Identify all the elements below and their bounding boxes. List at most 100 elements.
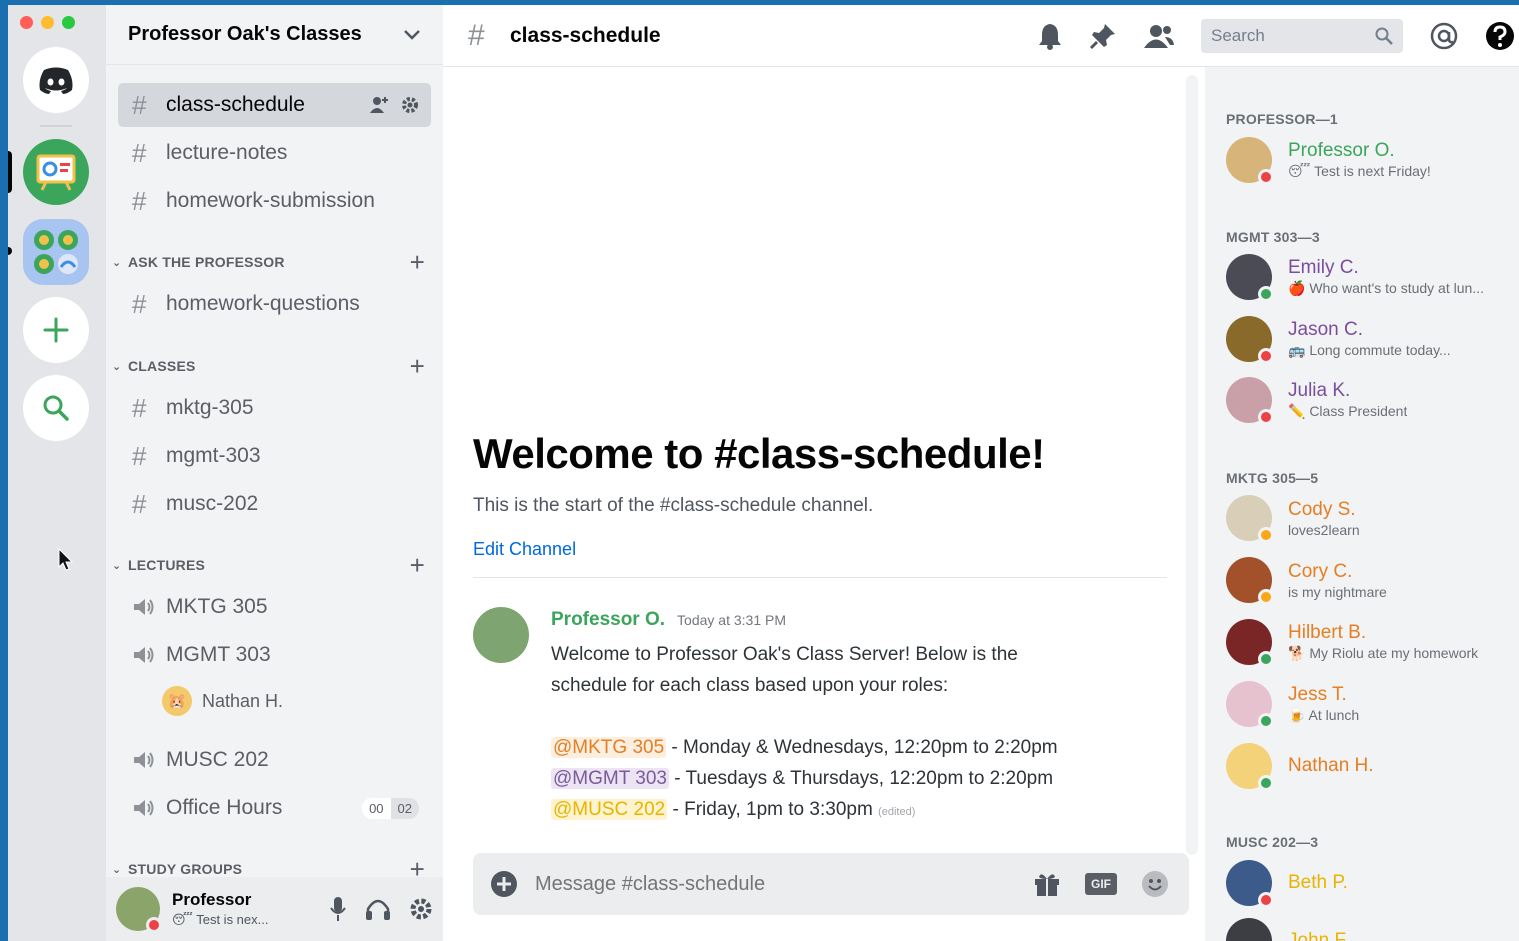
add-server-button[interactable] — [23, 297, 89, 363]
headphones-icon[interactable] — [365, 897, 391, 921]
voice-user-nathan[interactable]: 🐹 Nathan H. — [162, 682, 283, 720]
pin-icon[interactable] — [1089, 22, 1117, 50]
channel-name: homework-questions — [166, 292, 360, 315]
member-emily-c[interactable]: Emily C. 🍎 Who want's to study at lun... — [1226, 251, 1516, 303]
channel-mktg-305[interactable]: # mktg-305 — [118, 386, 431, 430]
channel-mgmt-303[interactable]: # mgmt-303 — [118, 434, 431, 478]
chat-area: Welcome to #class-schedule! This is the … — [443, 5, 1205, 941]
discord-window: Professor Oak's Classes # class-schedule… — [8, 5, 1519, 941]
voice-channel-mktg-305[interactable]: MKTG 305 — [118, 585, 431, 629]
member-john-f[interactable]: John F. — [1226, 915, 1516, 941]
edit-channel-link[interactable]: Edit Channel — [473, 539, 576, 560]
avatar: 🐹 — [162, 686, 192, 716]
member-status: ✏️ Class President — [1288, 403, 1408, 419]
search-box[interactable]: Search — [1201, 19, 1403, 53]
member-cody-s[interactable]: Cody S. loves2learn — [1226, 492, 1516, 544]
member-jason-c[interactable]: Jason C. 🚌 Long commute today... — [1226, 313, 1516, 365]
member-professor-o[interactable]: Professor O. 😴 Test is next Friday! — [1226, 134, 1516, 186]
message-header: Professor O. Today at 3:31 PM — [551, 609, 786, 631]
add-channel-button[interactable]: + — [410, 552, 425, 578]
user-limit: 02 — [390, 797, 419, 819]
member-hilbert-b[interactable]: Hilbert B. 🐕 My Riolu ate my homework — [1226, 616, 1516, 668]
minimize-window-button[interactable] — [41, 16, 54, 29]
welcome-title: Welcome to #class-schedule! — [473, 430, 1045, 477]
dnd-status-icon — [146, 917, 162, 933]
server-folder[interactable] — [23, 219, 89, 285]
voice-channel-office-hours[interactable]: Office Hours 00 02 — [118, 786, 431, 830]
channel-title: class-schedule — [510, 23, 661, 47]
gif-button[interactable]: GIF — [1085, 873, 1117, 895]
gear-icon[interactable] — [409, 897, 433, 921]
upload-button[interactable] — [473, 870, 535, 898]
gift-icon[interactable] — [1033, 871, 1061, 897]
member-julia-k[interactable]: Julia K. ✏️ Class President — [1226, 374, 1516, 426]
server-icon-professor-oak[interactable] — [23, 139, 89, 205]
message-composer: GIF — [473, 853, 1189, 915]
message-content: Welcome to Professor Oak's Class Server!… — [551, 639, 1171, 828]
emoji-icon[interactable] — [1141, 870, 1169, 898]
bell-icon[interactable] — [1037, 22, 1063, 50]
explore-servers-button[interactable] — [23, 375, 89, 441]
microphone-icon[interactable] — [329, 896, 347, 922]
chat-scrollbar[interactable] — [1186, 75, 1198, 855]
avatar — [1226, 557, 1274, 605]
add-channel-button[interactable]: + — [410, 353, 425, 379]
member-name: Professor O. — [1288, 140, 1395, 161]
unread-indicator — [8, 247, 12, 255]
member-name: Emily C. — [1288, 257, 1359, 278]
member-name: Nathan H. — [1288, 755, 1374, 776]
role-mention-mgmt[interactable]: @MGMT 303 — [551, 768, 669, 789]
category-ask-the-professor[interactable]: ⌄ ASK THE PROFESSOR + — [112, 249, 431, 275]
invite-member-icon[interactable] — [369, 96, 389, 114]
avatar — [1226, 254, 1274, 302]
user-name: Professor — [172, 890, 252, 909]
avatar[interactable] — [473, 607, 529, 663]
member-beth-p[interactable]: Beth P. — [1226, 857, 1516, 909]
speaker-icon — [132, 645, 166, 665]
close-window-button[interactable] — [20, 16, 33, 29]
member-jess-t[interactable]: Jess T. 🍺 At lunch — [1226, 678, 1516, 730]
user-limit-badge: 00 02 — [362, 797, 419, 819]
avatar[interactable] — [116, 887, 162, 933]
voice-channel-mgmt-303[interactable]: MGMT 303 — [118, 633, 431, 677]
hash-icon: # — [132, 288, 147, 319]
category-classes[interactable]: ⌄ CLASSES + — [112, 353, 431, 379]
mouse-cursor-icon — [58, 548, 74, 571]
message-input[interactable] — [535, 872, 1033, 896]
voice-channel-musc-202[interactable]: MUSC 202 — [118, 738, 431, 782]
channel-sidebar: Professor Oak's Classes # class-schedule… — [106, 5, 443, 941]
member-name: Cory C. — [1288, 560, 1353, 582]
server-header[interactable]: Professor Oak's Classes — [106, 5, 443, 65]
member-name: Jess T. — [1288, 684, 1347, 705]
gear-icon[interactable] — [401, 96, 419, 114]
add-channel-button[interactable]: + — [410, 249, 425, 275]
mentions-icon[interactable] — [1429, 21, 1459, 51]
channel-class-schedule[interactable]: # class-schedule — [118, 83, 431, 127]
hash-icon: # — [468, 18, 485, 52]
maximize-window-button[interactable] — [62, 16, 75, 29]
rail-separator — [40, 125, 72, 127]
plus-icon — [43, 317, 69, 343]
category-lectures[interactable]: ⌄ LECTURES + — [112, 552, 431, 578]
member-nathan-h[interactable]: Nathan H. — [1226, 740, 1516, 792]
avatar — [1226, 495, 1274, 543]
role-mention-musc[interactable]: @MUSC 202 — [551, 799, 668, 820]
channel-lecture-notes[interactable]: # lecture-notes — [118, 131, 431, 175]
role-mention-mktg[interactable]: @MKTG 305 — [551, 737, 667, 758]
window-controls — [20, 16, 75, 29]
channel-homework-questions[interactable]: # homework-questions — [118, 282, 431, 326]
member-list-icon[interactable] — [1143, 23, 1175, 49]
chevron-down-icon: ⌄ — [112, 256, 122, 269]
home-button[interactable] — [23, 47, 89, 113]
schedule-line: @MKTG 305 - Monday & Wednesdays, 12:20pm… — [551, 732, 1171, 763]
edited-label: (edited) — [878, 806, 916, 818]
online-status-icon — [1258, 286, 1274, 302]
member-group-title: PROFESSOR—1 — [1226, 111, 1338, 127]
speaker-icon — [132, 597, 166, 617]
channel-musc-202[interactable]: # musc-202 — [118, 482, 431, 526]
member-cory-c[interactable]: Cory C. is my nightmare — [1226, 554, 1516, 606]
chevron-down-icon: ⌄ — [112, 559, 122, 572]
channel-homework-submission[interactable]: # homework-submission — [118, 179, 431, 223]
message-author[interactable]: Professor O. — [551, 609, 665, 631]
help-icon[interactable] — [1485, 21, 1515, 51]
